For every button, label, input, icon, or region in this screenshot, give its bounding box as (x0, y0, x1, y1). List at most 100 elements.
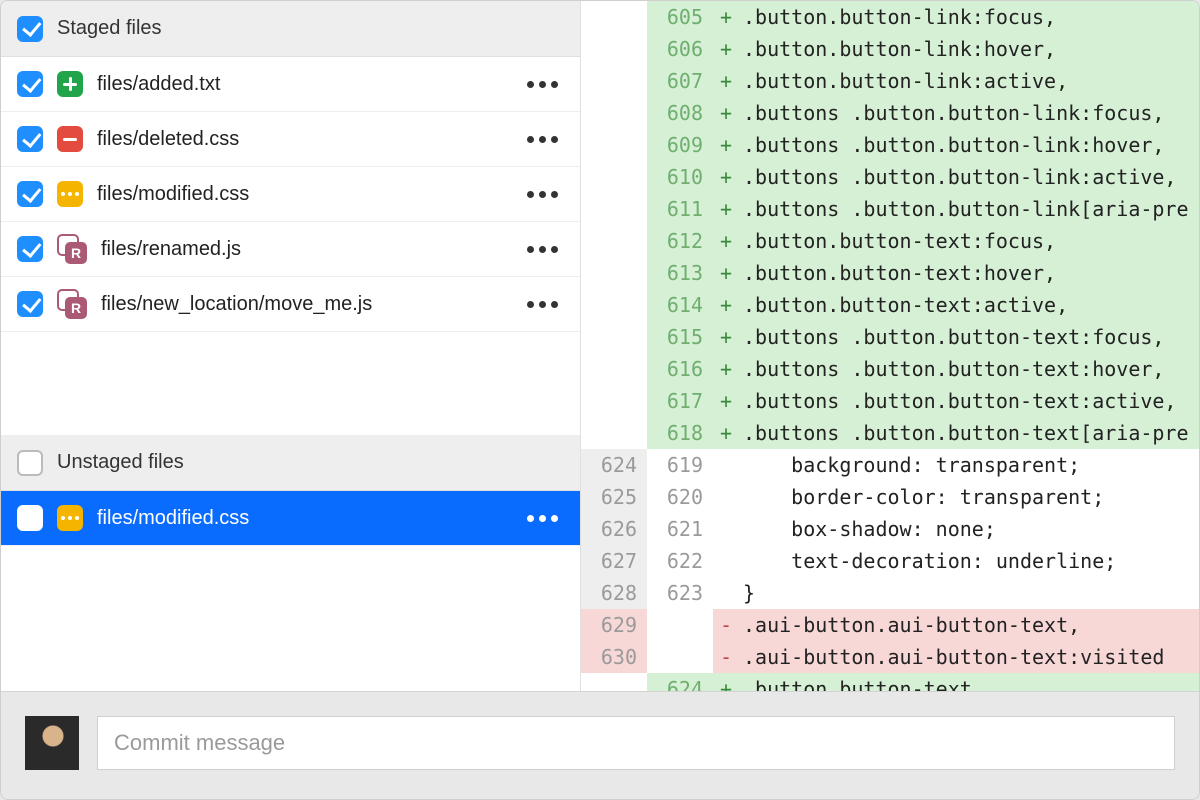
line-number-new: 605 (647, 1, 713, 33)
diff-marker: + (713, 321, 739, 353)
diff-line[interactable]: 629 -.aui-button.aui-button-text, (581, 609, 1199, 641)
diff-marker: + (713, 1, 739, 33)
line-number-new: 618 (647, 417, 713, 449)
diff-marker (713, 577, 739, 609)
line-number-new: 619 (647, 449, 713, 481)
file-checkbox[interactable] (17, 505, 43, 531)
file-checkbox[interactable] (17, 291, 43, 317)
file-row[interactable]: Rfiles/renamed.js (1, 222, 580, 277)
diff-line[interactable]: 610+.buttons .button.button-link:active, (581, 161, 1199, 193)
status-modified-icon (57, 505, 83, 531)
file-checkbox[interactable] (17, 126, 43, 152)
diff-line[interactable]: 605+.button.button-link:focus, (581, 1, 1199, 33)
diff-view[interactable]: 605+.button.button-link:focus,606+.butto… (581, 1, 1199, 691)
status-renamed-icon: R (57, 289, 87, 319)
diff-line[interactable]: 616+.buttons .button.button-text:hover, (581, 353, 1199, 385)
file-more-icon[interactable] (527, 136, 564, 143)
diff-line[interactable]: 609+.buttons .button.button-link:hover, (581, 129, 1199, 161)
diff-code: .aui-button.aui-button-text, (739, 609, 1199, 641)
diff-line[interactable]: 625620 border-color: transparent; (581, 481, 1199, 513)
diff-line[interactable]: 612+.button.button-text:focus, (581, 225, 1199, 257)
line-number-new: 610 (647, 161, 713, 193)
file-more-icon[interactable] (527, 246, 564, 253)
unstaged-empty-space (1, 546, 580, 691)
file-checkbox[interactable] (17, 181, 43, 207)
diff-code: .aui-button.aui-button-text:visited (739, 641, 1199, 673)
file-list-panel: Staged files files/added.txt files/delete… (1, 1, 581, 691)
file-path: files/modified.css (97, 507, 513, 530)
unstaged-section-header[interactable]: Unstaged files (1, 435, 580, 491)
line-number-old: 630 (581, 641, 647, 673)
diff-code: .buttons .button.button-link:focus, (739, 97, 1199, 129)
diff-line[interactable]: 624619 background: transparent; (581, 449, 1199, 481)
diff-marker: + (713, 97, 739, 129)
line-number-new: 617 (647, 385, 713, 417)
line-number-old: 625 (581, 481, 647, 513)
file-path: files/added.txt (97, 73, 513, 96)
diff-code: background: transparent; (739, 449, 1199, 481)
file-row[interactable]: files/deleted.css (1, 112, 580, 167)
diff-marker: + (713, 257, 739, 289)
diff-line[interactable]: 624+.button.button-text, (581, 673, 1199, 691)
diff-marker: - (713, 641, 739, 673)
file-row[interactable]: files/modified.css (1, 491, 580, 546)
diff-line[interactable]: 611+.buttons .button.button-link[aria-pr… (581, 193, 1199, 225)
diff-code: text-decoration: underline; (739, 545, 1199, 577)
diff-line[interactable]: 608+.buttons .button.button-link:focus, (581, 97, 1199, 129)
commit-message-input[interactable] (97, 716, 1175, 770)
file-more-icon[interactable] (527, 81, 564, 88)
file-checkbox[interactable] (17, 71, 43, 97)
file-row[interactable]: Rfiles/new_location/move_me.js (1, 277, 580, 332)
unstaged-select-all-checkbox[interactable] (17, 450, 43, 476)
diff-line[interactable]: 606+.button.button-link:hover, (581, 33, 1199, 65)
diff-line[interactable]: 613+.button.button-text:hover, (581, 257, 1199, 289)
line-number-new: 614 (647, 289, 713, 321)
diff-code: .buttons .button.button-text[aria-pre (739, 417, 1199, 449)
file-more-icon[interactable] (527, 515, 564, 522)
file-path: files/modified.css (97, 183, 513, 206)
unstaged-file-list: files/modified.css (1, 491, 580, 546)
line-number-old: 626 (581, 513, 647, 545)
staged-section-label: Staged files (57, 17, 162, 40)
line-number-old: 627 (581, 545, 647, 577)
staged-select-all-checkbox[interactable] (17, 16, 43, 42)
diff-panel[interactable]: 605+.button.button-link:focus,606+.butto… (581, 1, 1199, 691)
file-row[interactable]: files/added.txt (1, 57, 580, 112)
diff-marker: - (713, 609, 739, 641)
diff-line[interactable]: 628623 } (581, 577, 1199, 609)
line-number-old: 629 (581, 609, 647, 641)
diff-code: .button.button-text:focus, (739, 225, 1199, 257)
diff-marker (713, 449, 739, 481)
diff-code: .buttons .button.button-text:hover, (739, 353, 1199, 385)
avatar[interactable] (25, 716, 79, 770)
diff-code: .button.button-link:active, (739, 65, 1199, 97)
file-row[interactable]: files/modified.css (1, 167, 580, 222)
diff-line[interactable]: 630 -.aui-button.aui-button-text:visited (581, 641, 1199, 673)
diff-line[interactable]: 617+.buttons .button.button-text:active, (581, 385, 1199, 417)
file-more-icon[interactable] (527, 301, 564, 308)
diff-marker: + (713, 33, 739, 65)
file-more-icon[interactable] (527, 191, 564, 198)
diff-code: .buttons .button.button-text:active, (739, 385, 1199, 417)
diff-marker: + (713, 385, 739, 417)
line-number-new: 624 (647, 673, 713, 691)
diff-marker (713, 545, 739, 577)
diff-marker: + (713, 289, 739, 321)
diff-code: .button.button-text:hover, (739, 257, 1199, 289)
diff-code: } (739, 577, 1199, 609)
main-split: Staged files files/added.txt files/delete… (1, 1, 1199, 691)
diff-line[interactable]: 618+.buttons .button.button-text[aria-pr… (581, 417, 1199, 449)
staged-section-header[interactable]: Staged files (1, 1, 580, 57)
diff-line[interactable]: 627622 text-decoration: underline; (581, 545, 1199, 577)
staged-empty-space (1, 332, 580, 435)
diff-line[interactable]: 615+.buttons .button.button-text:focus, (581, 321, 1199, 353)
unstaged-section-label: Unstaged files (57, 451, 184, 474)
file-checkbox[interactable] (17, 236, 43, 262)
diff-line[interactable]: 626621 box-shadow: none; (581, 513, 1199, 545)
line-number-new: 609 (647, 129, 713, 161)
diff-marker: + (713, 65, 739, 97)
diff-line[interactable]: 614+.button.button-text:active, (581, 289, 1199, 321)
diff-line[interactable]: 607+.button.button-link:active, (581, 65, 1199, 97)
status-modified-icon (57, 181, 83, 207)
diff-marker (713, 481, 739, 513)
